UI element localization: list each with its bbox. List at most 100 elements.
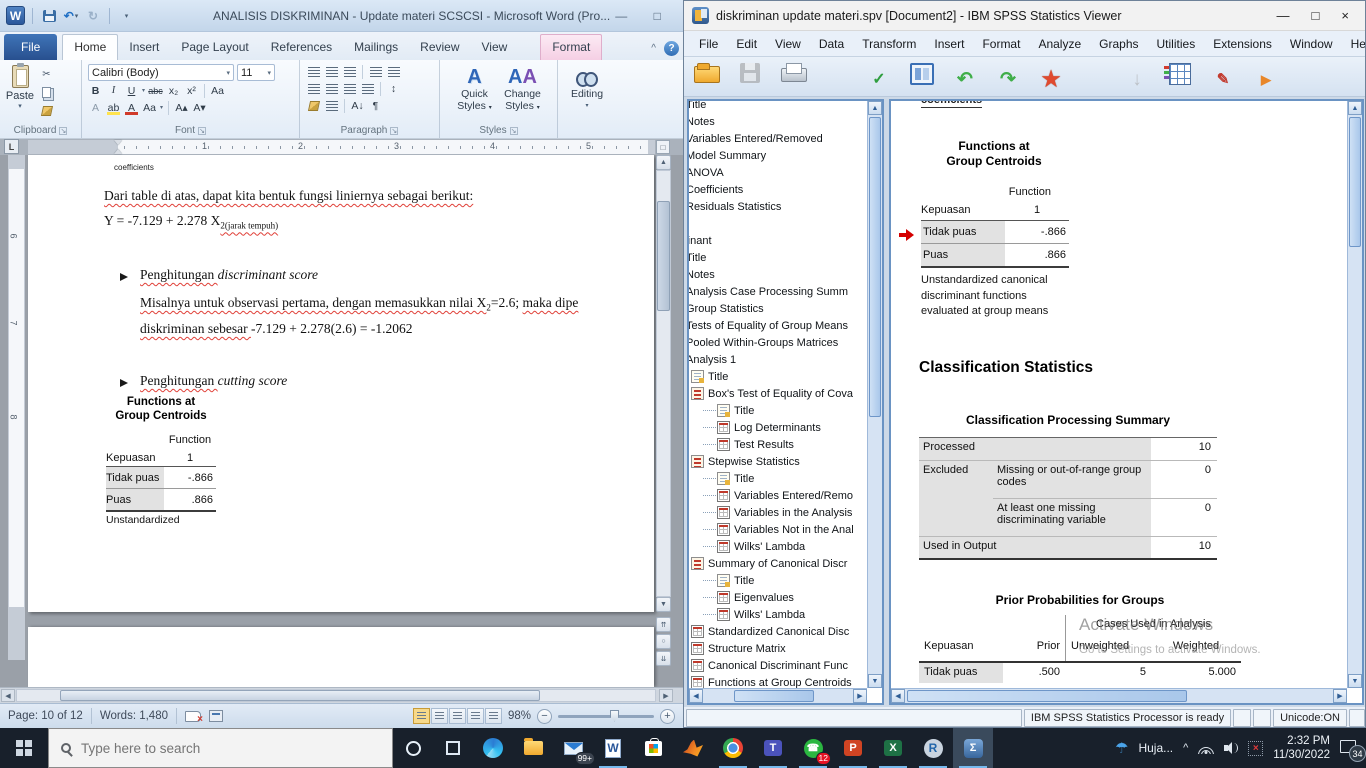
scroll-down-button[interactable]: ▼ — [656, 597, 671, 612]
scroll-up-button[interactable]: ▲ — [656, 155, 671, 170]
maximize-button[interactable]: □ — [1312, 8, 1320, 23]
scrollbar-thumb[interactable] — [60, 690, 540, 701]
maximize-button[interactable]: □ — [646, 9, 668, 23]
outline-item[interactable]: Title — [689, 101, 867, 113]
outline-item[interactable]: Residuals Statistics — [689, 198, 867, 215]
clock[interactable]: 2:32 PM 11/30/2022 — [1273, 734, 1330, 762]
outline-item[interactable] — [689, 215, 867, 232]
strikethrough-button[interactable]: abc — [148, 83, 163, 98]
menu-analyze[interactable]: Analyze — [1029, 33, 1090, 55]
store-icon[interactable] — [633, 728, 673, 768]
draft-view-button[interactable] — [485, 708, 502, 724]
open-button[interactable] — [688, 60, 726, 94]
minimize-button[interactable]: — — [1277, 8, 1290, 23]
zoom-level[interactable]: 98% — [508, 710, 531, 722]
styles-dialog-launcher[interactable]: ↘ — [510, 127, 518, 135]
outline-item[interactable]: Variables Entered/Removed — [689, 130, 867, 147]
goto-variable-button[interactable] — [1075, 60, 1113, 94]
font-name-select[interactable]: Calibri (Body)▾ — [88, 64, 234, 81]
tab-page-layout[interactable]: Page Layout — [170, 35, 259, 60]
menu-graphs[interactable]: Graphs — [1090, 33, 1147, 55]
teams-icon[interactable]: T — [753, 728, 793, 768]
previous-page-button[interactable]: ⇈ — [656, 617, 671, 632]
document-page[interactable]: coefficients Dari table di atas, dapat k… — [28, 155, 654, 612]
outline-item[interactable]: ANOVA — [689, 164, 867, 181]
tab-stop-selector[interactable]: L — [4, 139, 19, 154]
taskbar-search[interactable] — [48, 728, 393, 768]
output-vertical-scrollbar[interactable]: ▲ ▼ — [1347, 101, 1362, 688]
tab-format[interactable]: Format — [540, 34, 602, 60]
outline-item[interactable]: Variables Not in the Anal — [689, 521, 867, 538]
outline-item[interactable]: Analysis 1 — [689, 351, 867, 368]
action-center-icon[interactable]: 34 — [1340, 738, 1360, 758]
outline-item[interactable]: Title — [689, 249, 867, 266]
select-browse-object-button[interactable]: ○ — [656, 634, 671, 649]
italic-button[interactable]: I — [106, 83, 121, 98]
chrome-icon[interactable] — [713, 728, 753, 768]
tab-mailings[interactable]: Mailings — [343, 35, 409, 60]
menu-insert[interactable]: Insert — [925, 33, 973, 55]
scroll-left-button[interactable]: ◀ — [689, 689, 703, 703]
page-indicator[interactable]: Page: 10 of 12 — [8, 710, 83, 722]
line-spacing-button[interactable]: ↕ — [386, 81, 401, 96]
menu-utilities[interactable]: Utilities — [1148, 33, 1205, 55]
web-layout-button[interactable] — [449, 708, 466, 724]
outline-item[interactable]: Variables Entered/Remo — [689, 487, 867, 504]
tab-file[interactable]: File — [4, 34, 57, 60]
document-page-next[interactable] — [28, 627, 654, 687]
grow-font-button[interactable]: A▴ — [174, 100, 189, 115]
highlight-color-button[interactable]: ab — [106, 100, 121, 115]
outline-item[interactable]: Eigenvalues — [689, 589, 867, 606]
scroll-left-button[interactable]: ◀ — [1, 689, 15, 702]
outline-item[interactable]: Variables in the Analysis — [689, 504, 867, 521]
vertical-ruler[interactable]: 6 7 8 — [8, 155, 25, 660]
repeat-button[interactable]: ↻ — [84, 7, 102, 25]
borders-button[interactable] — [324, 98, 339, 113]
scroll-up-button[interactable]: ▲ — [868, 101, 882, 115]
outline-item[interactable]: Standardized Canonical Disc — [689, 623, 867, 640]
cortana-icon[interactable] — [393, 728, 433, 768]
outline-item[interactable]: Title — [689, 470, 867, 487]
quick-styles-button[interactable]: A Quick Styles ▾ — [453, 62, 497, 114]
next-page-button[interactable]: ⇊ — [656, 651, 671, 666]
menu-format[interactable]: Format — [973, 33, 1029, 55]
menu-file[interactable]: File — [690, 33, 727, 55]
scrollbar-thumb[interactable] — [907, 690, 1187, 702]
outline-item[interactable]: Pooled Within-Groups Matrices — [689, 334, 867, 351]
excel-icon[interactable]: X — [873, 728, 913, 768]
volume-icon[interactable] — [1224, 742, 1238, 754]
word-vertical-scrollbar[interactable]: ▲ ▼ ⇈ ○ ⇊ — [656, 155, 672, 687]
powerpoint-icon[interactable]: P — [833, 728, 873, 768]
help-button[interactable]: ? — [664, 41, 679, 56]
scroll-right-button[interactable]: ▶ — [853, 689, 867, 703]
classification-statistics-heading[interactable]: Classification Statistics — [919, 359, 1093, 377]
font-color-button[interactable]: A — [124, 100, 139, 115]
paste-button[interactable]: Paste ▾ — [2, 62, 38, 118]
copy-button[interactable] — [38, 85, 55, 100]
search-input[interactable] — [81, 741, 380, 756]
outline-item[interactable]: Tests of Equality of Group Means — [689, 317, 867, 334]
sort-button[interactable]: A↓ — [350, 98, 365, 113]
zoom-slider-thumb[interactable] — [610, 710, 619, 722]
outline-item[interactable]: Stepwise Statistics — [689, 453, 867, 470]
horizontal-ruler[interactable]: L 1 2 3 4 5 □ — [0, 139, 683, 155]
indent-marker[interactable] — [114, 140, 123, 154]
clipboard-dialog-launcher[interactable]: ↘ — [59, 127, 67, 135]
outline-horizontal-scrollbar[interactable]: ◀ ▶ — [689, 688, 867, 703]
shading-button[interactable] — [306, 98, 321, 113]
outline-item[interactable]: Notes — [689, 266, 867, 283]
scroll-down-button[interactable]: ▼ — [1348, 674, 1362, 688]
tab-references[interactable]: References — [260, 35, 343, 60]
ruler-toggle-button[interactable]: □ — [656, 140, 670, 154]
show-paragraph-marks-button[interactable]: ¶ — [368, 98, 383, 113]
whatsapp-icon[interactable]: ☎ 12 — [793, 728, 833, 768]
zoom-in-button[interactable]: + — [660, 709, 675, 724]
scroll-left-button[interactable]: ◀ — [891, 689, 905, 703]
customize-qat-button[interactable]: ▾ — [117, 7, 135, 25]
menu-extensions[interactable]: Extensions — [1204, 33, 1281, 55]
outline-item[interactable]: Wilks' Lambda — [689, 538, 867, 555]
weather-icon[interactable]: ☂ — [1115, 739, 1128, 757]
save-quick-button[interactable] — [40, 7, 58, 25]
input-indicator-icon[interactable]: × — [1248, 741, 1263, 756]
classification-processing-summary-table[interactable]: Processed 10 Excluded Missing or out-of-… — [919, 437, 1217, 560]
